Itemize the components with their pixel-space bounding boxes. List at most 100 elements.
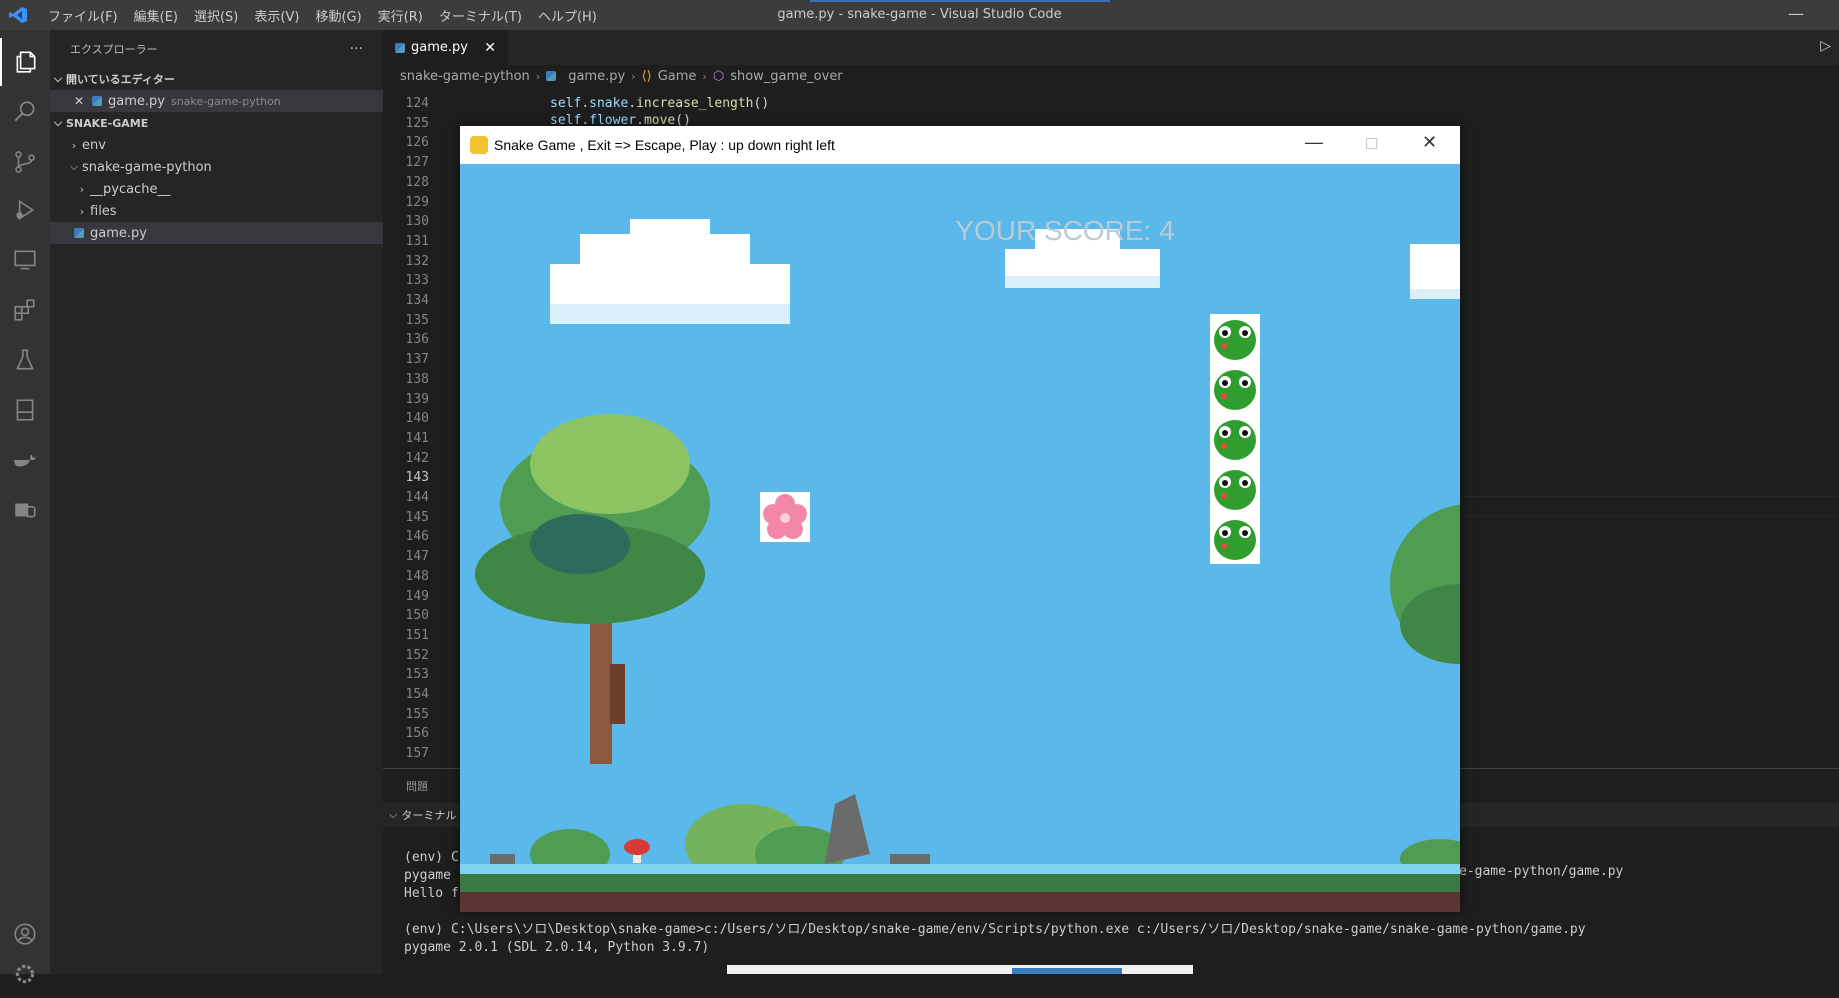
chevron-right-icon: ›: [631, 69, 636, 83]
breadcrumb-folder[interactable]: snake-game-python: [400, 69, 530, 84]
taskbar-popup: [727, 965, 1193, 974]
ground-strip: [460, 864, 1460, 874]
chevron-down-icon: ⌵: [69, 160, 79, 173]
tree-item-files[interactable]: › files: [50, 200, 383, 222]
project-label: SNAKE-GAME: [66, 116, 149, 130]
tree-item-snake-game-python[interactable]: ⌵ snake-game-python: [50, 156, 383, 178]
cloud: [1410, 244, 1460, 299]
maximize-icon[interactable]: ☐: [1365, 135, 1378, 153]
extensions-icon[interactable]: [0, 286, 50, 334]
line-number: 129: [405, 194, 429, 210]
open-editors-label: 開いているエディター: [66, 73, 175, 86]
remote-explorer-icon[interactable]: [0, 236, 50, 284]
breadcrumb-file[interactable]: game.py: [568, 69, 625, 84]
close-icon[interactable]: ✕: [1422, 132, 1437, 153]
popup-progress: [1012, 968, 1122, 974]
tree-item-pycache[interactable]: › __pycache__: [50, 178, 383, 200]
line-number: 131: [405, 233, 429, 249]
line-number: 148: [405, 568, 429, 584]
pygame-icon: [470, 136, 488, 154]
run-file-icon[interactable]: ▷: [1820, 38, 1831, 54]
terminal-line-tail: e-game-python/game.py: [1459, 864, 1624, 879]
breadcrumb-method[interactable]: show_game_over: [730, 69, 842, 84]
tab-problems[interactable]: 問題: [406, 778, 428, 794]
open-editor-item[interactable]: ✕ game.py snake-game-python: [50, 90, 383, 112]
snake: [1210, 314, 1260, 564]
tab-label: game.py: [411, 40, 468, 55]
snake-segment: [1210, 414, 1260, 464]
settings-gear-icon[interactable]: [0, 950, 50, 998]
testing-icon[interactable]: [0, 336, 50, 384]
line-number: 149: [405, 588, 429, 604]
notebook-icon[interactable]: [0, 386, 50, 434]
pygame-window[interactable]: Snake Game , Exit => Escape, Play : up d…: [460, 126, 1460, 912]
terminal-line: pygame 2.0.1 (SDL 2.0.14, Python 3.9.7): [404, 940, 710, 955]
chevron-right-icon: ›: [535, 69, 541, 83]
python-file-icon: [395, 42, 405, 53]
tree-label: game.py: [90, 225, 147, 241]
explorer-title: エクスプローラー: [70, 43, 158, 56]
snake-segment: [1210, 314, 1260, 364]
line-number: 147: [405, 549, 429, 565]
docker-icon[interactable]: [0, 436, 50, 484]
line-number: 141: [405, 430, 429, 446]
title-bar: ファイル(F) 編集(E) 選択(S) 表示(V) 移動(G) 実行(R) ター…: [0, 0, 1839, 30]
close-icon[interactable]: ✕: [74, 94, 92, 108]
game-window-title: Snake Game , Exit => Escape, Play : up d…: [494, 137, 835, 153]
python-file-icon: [92, 96, 102, 106]
line-number: 157: [405, 746, 429, 762]
tree-label: snake-game-python: [82, 159, 212, 175]
search-icon[interactable]: [0, 88, 50, 136]
chevron-right-icon: ›: [79, 204, 85, 218]
window-title: game.py - snake-game - Visual Studio Cod…: [777, 7, 1062, 22]
tab-bar: game.py ✕ ▷: [383, 30, 1839, 65]
game-title-bar[interactable]: Snake Game , Exit => Escape, Play : up d…: [460, 126, 1460, 164]
line-number: 156: [405, 726, 429, 742]
line-number: 151: [405, 627, 429, 643]
flower: [760, 492, 810, 542]
source-control-icon[interactable]: [0, 138, 50, 186]
chevron-down-icon: ⌵: [53, 116, 63, 129]
line-number: 144: [405, 490, 429, 505]
project-section[interactable]: ⌵ SNAKE-GAME: [50, 112, 383, 134]
tree-label: files: [90, 203, 117, 219]
score-text: YOUR SCORE: 4: [955, 215, 1174, 246]
line-number: 153: [405, 667, 429, 683]
explorer-icon[interactable]: [0, 38, 50, 86]
line-number: 146: [405, 529, 429, 545]
tree-item-game-py[interactable]: game.py: [50, 222, 383, 244]
class-icon: ⟨⟩: [641, 68, 652, 84]
grass: [460, 874, 1460, 892]
chevron-right-icon: ›: [702, 69, 707, 83]
line-number: 135: [405, 312, 429, 328]
tab-game-py[interactable]: game.py ✕: [383, 30, 508, 65]
terminal-title: ターミナル: [401, 809, 457, 822]
tree-label: env: [82, 137, 106, 153]
tree-item-env[interactable]: › env: [50, 134, 383, 156]
snake-segment: [1210, 364, 1260, 414]
minimize-icon[interactable]: —: [1788, 4, 1804, 23]
open-file-folder: snake-game-python: [170, 94, 281, 108]
tab-close-icon[interactable]: ✕: [484, 40, 496, 56]
explorer-header: エクスプローラー ···: [50, 30, 383, 68]
more-actions-icon[interactable]: ···: [350, 41, 363, 57]
line-number: 139: [405, 391, 429, 407]
line-number: 130: [405, 214, 429, 230]
line-number: 143: [405, 470, 429, 486]
line-number: 140: [405, 411, 429, 427]
game-canvas[interactable]: YOUR SCORE: 4: [460, 164, 1460, 912]
line-number: 145: [405, 509, 429, 525]
breadcrumb-class[interactable]: Game: [658, 69, 697, 84]
run-debug-icon[interactable]: [0, 186, 50, 234]
snake-segment: [1210, 464, 1260, 514]
line-number: 138: [405, 371, 429, 387]
python-file-icon: [74, 228, 84, 238]
minimize-icon[interactable]: —: [1305, 132, 1323, 153]
method-icon: ⬡: [712, 68, 725, 84]
explorer-sidebar: エクスプローラー ··· ⌵ 開いているエディター ✕ game.py snake…: [50, 30, 383, 974]
teams-icon[interactable]: [0, 486, 50, 534]
line-number: 136: [405, 332, 429, 348]
open-editors-section[interactable]: ⌵ 開いているエディター: [50, 68, 383, 90]
terminal-line: (env) C:\Users\ソロ\Desktop\snake-game>c:/…: [404, 922, 1586, 937]
line-number: 134: [405, 293, 429, 308]
